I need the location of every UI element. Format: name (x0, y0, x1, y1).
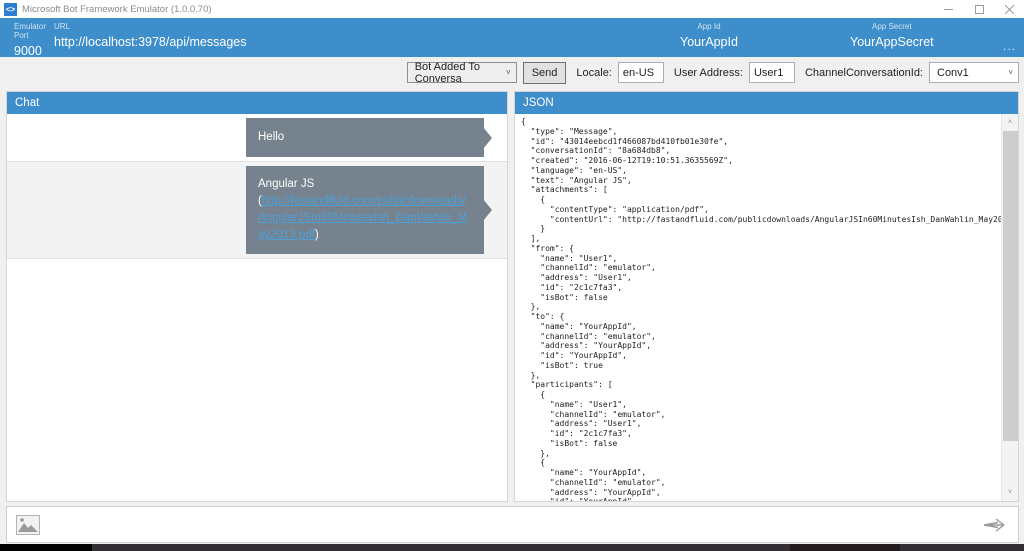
app-icon: <> (4, 2, 17, 16)
url-field[interactable]: URL http://localhost:3978/api/messages (52, 18, 246, 57)
chat-message-row: Angular JS (http://fastandfluid.com/publ… (7, 162, 507, 259)
locale-label: Locale: (576, 66, 612, 79)
user-address-label: User Address: (673, 66, 743, 79)
maximize-button[interactable] (964, 0, 994, 18)
user-address-input[interactable] (748, 62, 795, 83)
more-options-button[interactable]: ... (1003, 39, 1016, 53)
scroll-up-button[interactable]: ˄ (1002, 114, 1018, 131)
maximize-icon (974, 4, 984, 14)
channel-conversation-label: ChannelConversationId: (804, 66, 923, 79)
channel-conversation-select[interactable]: Conv1 ˅ (929, 62, 1019, 83)
chat-panel-header: Chat (7, 92, 507, 114)
message-input-bar[interactable] (6, 506, 1019, 543)
image-icon (16, 514, 40, 535)
close-button[interactable] (994, 0, 1024, 18)
taskbar-segment (790, 544, 900, 551)
chat-panel: Chat Hello Angular JS (http://fastandflu… (6, 91, 508, 502)
conversation-type-value: Bot Added To Conversa (414, 60, 480, 85)
window-controls (934, 0, 1024, 18)
chevron-down-icon: ˅ (506, 68, 511, 77)
chat-bubble: Angular JS (http://fastandfluid.com/publ… (246, 166, 484, 254)
channel-conversation-value: Conv1 (937, 66, 969, 79)
minimize-icon (944, 9, 953, 10)
attach-image-button[interactable] (15, 514, 41, 536)
scrollbar-thumb[interactable] (1003, 131, 1018, 441)
json-panel-header: JSON (515, 92, 1018, 114)
emulator-port-field[interactable]: Emulator Port 9000 (0, 18, 52, 58)
chevron-down-icon: ˅ (1008, 68, 1013, 77)
chat-message-text: ) (314, 229, 319, 241)
send-button[interactable]: Send (522, 61, 567, 84)
conversation-type-select[interactable]: Bot Added To Conversa ˅ (406, 60, 517, 85)
chat-message-text: Hello (258, 131, 285, 143)
json-viewer: { "type": "Message", "id": "43014eebcd1f… (515, 114, 1018, 501)
json-scrollbar[interactable]: ˄ ˅ (1001, 114, 1018, 501)
scroll-down-button[interactable]: ˅ (1002, 484, 1018, 501)
app-secret-value[interactable]: YourAppSecret (850, 35, 934, 49)
emulator-port-label: Emulator Port (14, 22, 47, 40)
app-id-field[interactable]: App Id YourAppId (680, 18, 738, 49)
app-id-value[interactable]: YourAppId (680, 35, 738, 49)
minimize-button[interactable] (934, 0, 964, 18)
chat-bubble: Hello (246, 118, 484, 157)
taskbar-segment (0, 544, 92, 551)
url-value[interactable]: http://localhost:3978/api/messages (54, 35, 246, 49)
url-label: URL (54, 22, 71, 31)
send-message-button[interactable] (980, 514, 1008, 536)
emulator-port-value[interactable]: 9000 (14, 44, 52, 58)
title-bar: <> Microsoft Bot Framework Emulator (1.0… (0, 0, 1024, 18)
close-icon (1004, 4, 1014, 14)
locale-input[interactable] (617, 62, 664, 83)
json-panel: JSON { "type": "Message", "id": "43014ee… (514, 91, 1019, 502)
bubble-tail-icon (483, 126, 492, 149)
json-content: { "type": "Message", "id": "43014eebcd1f… (521, 117, 1001, 501)
taskbar-strip (0, 544, 1024, 551)
toolbar: Bot Added To Conversa ˅ Send Locale: Use… (0, 57, 1024, 88)
send-icon (983, 517, 1005, 532)
app-secret-label: App Secret (872, 22, 912, 31)
main-area: Chat Hello Angular JS (http://fastandflu… (0, 91, 1024, 502)
chat-message-row: Hello (7, 114, 507, 162)
chat-message-list: Hello Angular JS (http://fastandfluid.co… (7, 114, 507, 501)
window-title: Microsoft Bot Framework Emulator (1.0.0.… (22, 3, 212, 15)
connection-header: Emulator Port 9000 URL http://localhost:… (0, 18, 1024, 58)
app-secret-field[interactable]: App Secret YourAppSecret (850, 18, 934, 49)
attachment-link[interactable]: http://fastandfluid.com/publicdownloads/… (258, 195, 467, 241)
bubble-tail-icon (483, 199, 492, 221)
app-id-label: App Id (697, 22, 721, 31)
